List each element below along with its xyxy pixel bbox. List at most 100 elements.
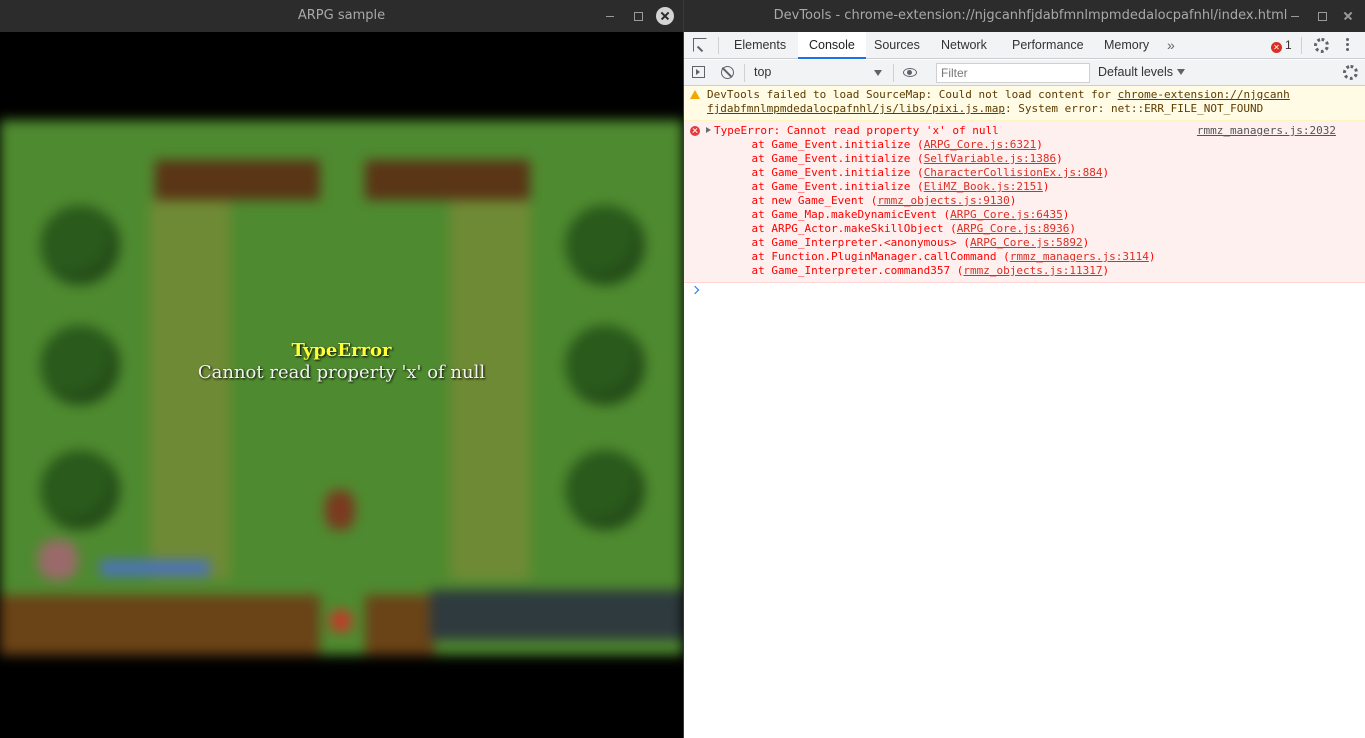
context-value: top	[754, 65, 772, 79]
stack-link[interactable]: ARPG_Core.js:6435	[950, 208, 1063, 221]
stack-text: )	[1102, 264, 1110, 277]
error-source-link[interactable]: rmmz_managers.js:2032	[1197, 124, 1336, 138]
inspect-element-icon[interactable]	[693, 38, 707, 52]
stack-text: at ARPG_Actor.makeSkillObject (	[725, 222, 957, 235]
divider	[718, 37, 719, 54]
stack-link[interactable]: SelfVariable.js:1386	[924, 152, 1056, 165]
stack-text: at Game_Interpreter.command357 (	[725, 264, 964, 277]
stack-link[interactable]: CharacterCollisionEx.js:884	[924, 166, 1103, 179]
fence	[365, 595, 435, 655]
stack-link[interactable]: ARPG_Core.js:6321	[924, 138, 1037, 151]
stack-frame: at Game_Interpreter.<anonymous> (ARPG_Co…	[707, 236, 1361, 250]
settings-gear-icon[interactable]	[1314, 38, 1329, 53]
chevron-down-icon	[874, 70, 882, 76]
tab-elements[interactable]: Elements	[734, 32, 786, 59]
stack-frame: at new Game_Event (rmmz_objects.js:9130)	[707, 194, 1361, 208]
tree	[565, 205, 645, 285]
stack-link[interactable]: ARPG_Core.js:8936	[957, 222, 1070, 235]
stack-text: at Game_Event.initialize (	[725, 180, 924, 193]
devtools-titlebar[interactable]: DevTools - chrome-extension://njgcanhfjd…	[684, 0, 1365, 32]
game-scene[interactable]	[0, 120, 683, 655]
divider	[893, 64, 894, 82]
stack-frame: at Game_Event.initialize (SelfVariable.j…	[707, 152, 1361, 166]
console-prompt[interactable]	[684, 283, 1365, 301]
error-count-badge[interactable]: ✕ 1	[1271, 32, 1292, 59]
stack-link[interactable]: rmmz_objects.js:11317	[963, 264, 1102, 277]
stack-text: )	[1148, 250, 1156, 263]
stack-text: )	[1036, 138, 1043, 151]
game-error-message: Cannot read property 'x' of null	[197, 362, 486, 383]
maximize-icon[interactable]	[1314, 8, 1330, 24]
stack-text: at Game_Map.makeDynamicEvent (	[725, 208, 951, 221]
stack-text: )	[1069, 222, 1077, 235]
close-icon[interactable]	[1339, 7, 1357, 25]
game-window: ARPG sample TypeError Cannot read proper…	[0, 0, 683, 738]
devtools-tab-bar: Elements Console Sources Network Perform…	[684, 32, 1365, 59]
context-selector[interactable]: top	[750, 63, 886, 82]
error-message: TypeError: Cannot read property 'x' of n…	[714, 124, 999, 137]
stack-link[interactable]: ARPG_Core.js:5892	[970, 236, 1083, 249]
stack-link[interactable]: EliMZ_Book.js:2151	[924, 180, 1043, 193]
log-levels-dropdown[interactable]: Default levels	[1098, 60, 1186, 86]
more-tabs-icon[interactable]: »	[1167, 32, 1175, 59]
item-sprite	[330, 610, 352, 632]
game-error-title: TypeError	[291, 340, 392, 361]
devtools-window-title: DevTools - chrome-extension://njgcanhfjd…	[773, 8, 1288, 23]
stack-text: at Game_Event.initialize (	[725, 138, 924, 151]
tab-performance[interactable]: Performance	[1012, 32, 1084, 59]
tab-memory[interactable]: Memory	[1104, 32, 1149, 59]
warning-text: DevTools failed to load SourceMap: Could…	[707, 88, 1118, 101]
divider	[1301, 37, 1302, 54]
log-levels-label: Default levels	[1098, 65, 1174, 79]
maximize-icon[interactable]	[630, 8, 646, 24]
stack-text: )	[1102, 166, 1110, 179]
devtools-window: DevTools - chrome-extension://njgcanhfjd…	[684, 0, 1365, 738]
warning-icon	[690, 90, 700, 99]
error-icon	[690, 126, 700, 136]
stack-text: )	[1082, 236, 1090, 249]
stack-text: )	[1056, 152, 1063, 165]
tab-console[interactable]: Console	[798, 32, 866, 59]
skill-bar	[430, 590, 683, 640]
stack-frame: at ARPG_Actor.makeSkillObject (ARPG_Core…	[707, 222, 1361, 236]
tab-sources[interactable]: Sources	[874, 32, 920, 59]
more-options-icon[interactable]	[1346, 38, 1350, 53]
stack-text: at new Game_Event (	[725, 194, 878, 207]
expand-triangle-icon[interactable]	[706, 127, 711, 133]
warning-text: : System error: net::ERR_FILE_NOT_FOUND	[1005, 102, 1264, 115]
sourcemap-link[interactable]: chrome-extension://njgcanh	[1118, 88, 1290, 101]
stack-text: )	[1009, 194, 1017, 207]
stack-text: at Game_Event.initialize (	[725, 152, 924, 165]
stack-link[interactable]: rmmz_objects.js:9130	[877, 194, 1009, 207]
stack-frame: at Game_Event.initialize (CharacterColli…	[707, 166, 1361, 180]
console-settings-gear-icon[interactable]	[1343, 65, 1358, 80]
game-titlebar[interactable]: ARPG sample	[0, 0, 683, 32]
stack-frame: at Game_Interpreter.command357 (rmmz_obj…	[707, 264, 1361, 278]
stack-text: at Game_Interpreter.<anonymous> (	[725, 236, 971, 249]
grass-path	[150, 200, 230, 580]
live-expression-eye-icon[interactable]	[903, 68, 917, 77]
sourcemap-link[interactable]: fjdabfmnlmpmdedalocpafnhl/js/libs/pixi.j…	[707, 102, 1005, 115]
stack-frame: at Function.PluginManager.callCommand (r…	[707, 250, 1361, 264]
tab-network[interactable]: Network	[941, 32, 987, 59]
clear-console-icon[interactable]	[721, 66, 734, 79]
player-portrait	[38, 540, 78, 580]
minimize-icon[interactable]	[1287, 8, 1303, 24]
hp-bar	[100, 560, 210, 576]
tree	[565, 450, 645, 530]
stack-link[interactable]: rmmz_managers.js:3114	[1010, 250, 1149, 263]
console-output[interactable]: DevTools failed to load SourceMap: Could…	[684, 86, 1365, 738]
stack-frame: at Game_Map.makeDynamicEvent (ARPG_Core.…	[707, 208, 1361, 222]
stack-frame: at Game_Event.initialize (EliMZ_Book.js:…	[707, 180, 1361, 194]
stack-text: )	[1062, 208, 1070, 221]
stack-text: )	[1042, 180, 1050, 193]
console-error: rmmz_managers.js:2032 TypeError: Cannot …	[684, 121, 1365, 283]
show-sidebar-icon[interactable]	[692, 66, 705, 78]
error-icon: ✕	[1271, 42, 1282, 53]
close-icon[interactable]	[656, 7, 674, 25]
tree	[40, 450, 120, 530]
fence	[155, 160, 320, 200]
filter-input[interactable]	[936, 63, 1090, 83]
stack-frame: at Game_Event.initialize (ARPG_Core.js:6…	[707, 138, 1361, 152]
minimize-icon[interactable]	[602, 8, 618, 24]
